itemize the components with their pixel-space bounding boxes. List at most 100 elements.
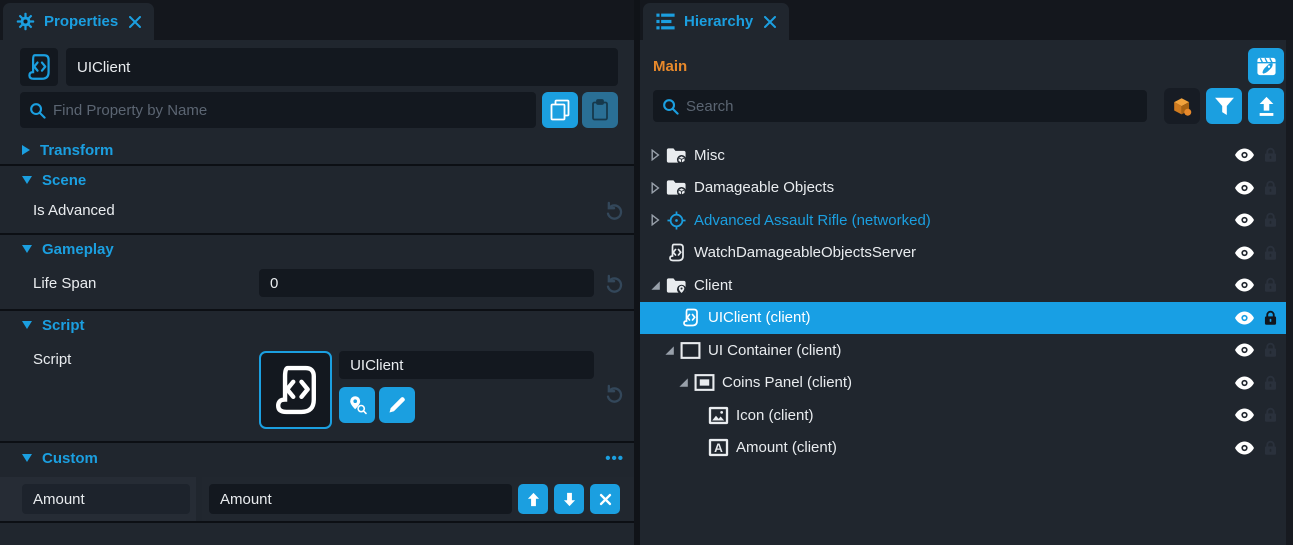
visibility-eye-icon[interactable] — [1235, 148, 1254, 162]
visibility-eye-icon[interactable] — [1235, 213, 1254, 227]
delete-custom-property-button[interactable] — [590, 484, 620, 514]
lock-icon[interactable] — [1264, 245, 1277, 261]
visibility-eye-icon[interactable] — [1235, 376, 1254, 390]
close-icon[interactable] — [129, 16, 141, 28]
expand-arrow-icon[interactable] — [648, 149, 663, 161]
arrow-down-icon — [563, 492, 576, 507]
tab-hierarchy-label: Hierarchy — [684, 13, 753, 30]
tree-row[interactable]: UI Container (client) — [640, 334, 1286, 367]
tree-row[interactable]: UIClient (client) — [640, 302, 1286, 335]
lock-icon[interactable] — [1264, 407, 1277, 423]
script-type-icon — [20, 48, 58, 86]
section-transform-header[interactable]: Transform — [0, 136, 634, 164]
collapse-arrow-icon — [22, 176, 32, 184]
script-name-input[interactable] — [339, 351, 594, 379]
move-down-button[interactable] — [554, 484, 584, 514]
section-label: Custom — [42, 450, 98, 467]
lock-icon[interactable] — [1264, 375, 1277, 391]
find-in-scene-button[interactable] — [339, 387, 375, 423]
section-script-header[interactable]: Script — [0, 311, 634, 339]
svg-text:A: A — [714, 441, 723, 455]
object-name-input[interactable] — [66, 48, 618, 86]
tree-row[interactable]: Icon (client) — [640, 399, 1286, 432]
tree-item-label: Advanced Assault Rifle (networked) — [694, 212, 931, 229]
lock-icon[interactable] — [1264, 147, 1277, 163]
reset-property-button[interactable] — [604, 200, 625, 221]
lock-icon[interactable] — [1264, 277, 1277, 293]
custom-property-value-input[interactable] — [209, 484, 512, 514]
script-icon — [680, 308, 701, 327]
visibility-eye-icon[interactable] — [1235, 278, 1254, 292]
collapse-arrow-icon[interactable] — [662, 344, 677, 356]
folder-cube-icon — [666, 178, 687, 197]
expand-arrow-icon — [22, 145, 30, 155]
life-span-row: Life Span — [0, 263, 634, 309]
reset-property-button[interactable] — [604, 273, 625, 294]
section-custom-header[interactable]: Custom ••• — [0, 443, 634, 473]
section-gameplay: Gameplay Life Span — [0, 235, 634, 311]
group-mode-button[interactable] — [1164, 88, 1200, 124]
visibility-eye-icon[interactable] — [1235, 246, 1254, 260]
section-gameplay-header[interactable]: Gameplay — [0, 235, 634, 263]
property-search-input[interactable] — [53, 102, 527, 119]
scenes-button[interactable] — [1248, 48, 1284, 84]
panel-icon — [694, 373, 715, 392]
paste-properties-button[interactable] — [582, 92, 618, 128]
tab-hierarchy[interactable]: Hierarchy — [643, 3, 789, 40]
collapse-arrow-icon — [22, 245, 32, 253]
tree-row[interactable]: Advanced Assault Rifle (networked) — [640, 204, 1286, 237]
lock-icon[interactable] — [1264, 342, 1277, 358]
arrow-spacer — [648, 247, 663, 259]
move-up-button[interactable] — [518, 484, 548, 514]
filter-button[interactable] — [1206, 88, 1242, 124]
lock-icon[interactable] — [1264, 310, 1277, 326]
hierarchy-search-input[interactable] — [686, 98, 1138, 115]
script-icon — [666, 243, 687, 262]
clipboard-icon — [590, 99, 610, 121]
close-icon[interactable] — [764, 16, 776, 28]
tree-row[interactable]: Client — [640, 269, 1286, 302]
visibility-eye-icon[interactable] — [1235, 408, 1254, 422]
copy-properties-button[interactable] — [542, 92, 578, 128]
custom-property-name-input[interactable] — [22, 484, 190, 514]
object-name-row — [20, 48, 618, 86]
reset-property-button[interactable] — [604, 383, 625, 404]
container-icon — [680, 341, 701, 360]
lock-icon[interactable] — [1264, 212, 1277, 228]
edit-script-button[interactable] — [379, 387, 415, 423]
tree-item-label: Misc — [694, 147, 725, 164]
life-span-input[interactable] — [259, 269, 594, 297]
section-label: Transform — [40, 142, 113, 159]
lock-icon[interactable] — [1264, 440, 1277, 456]
visibility-eye-icon[interactable] — [1235, 311, 1254, 325]
section-transform: Transform — [0, 136, 634, 166]
tab-properties-label: Properties — [44, 13, 118, 30]
script-asset-thumbnail[interactable] — [259, 351, 332, 429]
scrollbar-gutter[interactable] — [1286, 40, 1293, 545]
visibility-eye-icon[interactable] — [1235, 181, 1254, 195]
upload-button[interactable] — [1248, 88, 1284, 124]
hierarchy-search-box — [653, 90, 1147, 122]
section-script: Script Script — [0, 311, 634, 443]
hierarchy-list-icon — [656, 12, 675, 31]
script-row: Script — [0, 339, 634, 441]
tree-row[interactable]: WatchDamageableObjectsServer — [640, 237, 1286, 270]
expand-arrow-icon[interactable] — [648, 214, 663, 226]
tab-properties[interactable]: Properties — [3, 3, 154, 40]
collapse-arrow-icon[interactable] — [648, 279, 663, 291]
tree-row[interactable]: Misc — [640, 139, 1286, 172]
lock-icon[interactable] — [1264, 180, 1277, 196]
tree-row[interactable]: AAmount (client) — [640, 432, 1286, 465]
custom-section-menu-button[interactable]: ••• — [605, 450, 624, 467]
upload-icon — [1256, 96, 1277, 117]
tree-row[interactable]: Damageable Objects — [640, 172, 1286, 205]
expand-arrow-icon[interactable] — [648, 182, 663, 194]
visibility-eye-icon[interactable] — [1235, 343, 1254, 357]
section-scene-header[interactable]: Scene — [0, 166, 634, 194]
clapperboard-rocket-icon — [1256, 56, 1277, 77]
visibility-eye-icon[interactable] — [1235, 441, 1254, 455]
search-icon — [29, 102, 46, 119]
collapse-arrow-icon[interactable] — [676, 377, 691, 389]
tree-row[interactable]: Coins Panel (client) — [640, 367, 1286, 400]
hierarchy-search-row — [640, 84, 1293, 124]
